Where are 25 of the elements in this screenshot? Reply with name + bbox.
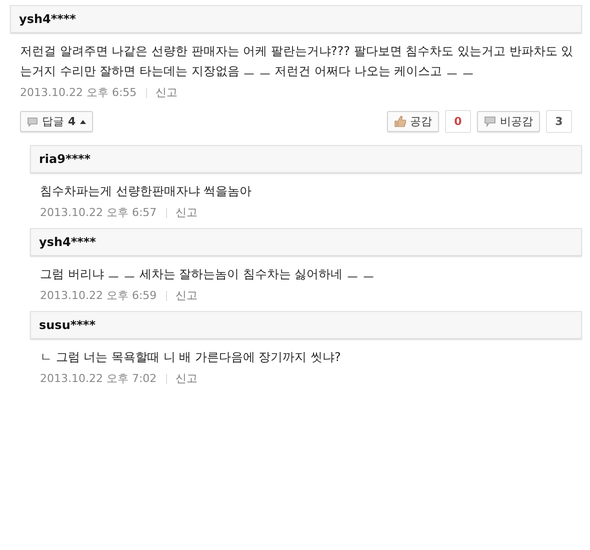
like-button[interactable]: 공감 <box>387 111 439 132</box>
dislike-count: 3 <box>546 110 572 133</box>
comment-text: 그럼 버리냐 ㅡ ㅡ 세차는 잘하는놈이 침수차는 싫어하네 ㅡ ㅡ <box>40 266 376 283</box>
author-name: ria9**** <box>39 152 91 166</box>
thumbs-up-icon <box>394 116 406 127</box>
caret-icon <box>80 120 86 124</box>
comment-date: 2013.10.22 오후 6:55 <box>20 85 137 100</box>
author-name: ysh4**** <box>19 12 76 26</box>
like-count: 0 <box>445 110 471 133</box>
report-link[interactable]: 신고 <box>176 288 198 303</box>
comment-date: 2013.10.22 오후 7:02 <box>40 371 157 386</box>
comment-date: 2013.10.22 오후 6:59 <box>40 288 157 303</box>
author-name: susu**** <box>39 318 96 332</box>
comment-date: 2013.10.22 오후 6:57 <box>40 205 157 220</box>
report-link[interactable]: 신고 <box>156 85 178 100</box>
comment-text: 침수차파는게 선량한판매자냐 썩을놈아 <box>40 183 253 200</box>
comment-text: ㄴ 그럼 너는 목욕할때 니 배 가른다음에 장기까지 씻냐? <box>40 349 342 366</box>
comment-text: 저런걸 알려주면 나같은 선량한 판매자는 어케 팔란는거냐??? 팔다보면 침수차도 있는거고 반파차도 있는거지 수리만 잘하면 타는데는 지장없음 ㅡ ㅡ 저런건 어쩌다 나오는 케이스고 ㅡ ㅡ <box>20 43 574 80</box>
author-name: ysh4**** <box>39 235 96 249</box>
dislike-button[interactable]: 비공감 <box>477 111 540 132</box>
replies-button[interactable]: 답글 4 <box>20 111 93 132</box>
report-link[interactable]: 신고 <box>176 205 198 220</box>
speech-bubble-icon <box>484 116 496 127</box>
report-link[interactable]: 신고 <box>176 371 198 386</box>
speech-bubble-icon <box>27 116 38 126</box>
